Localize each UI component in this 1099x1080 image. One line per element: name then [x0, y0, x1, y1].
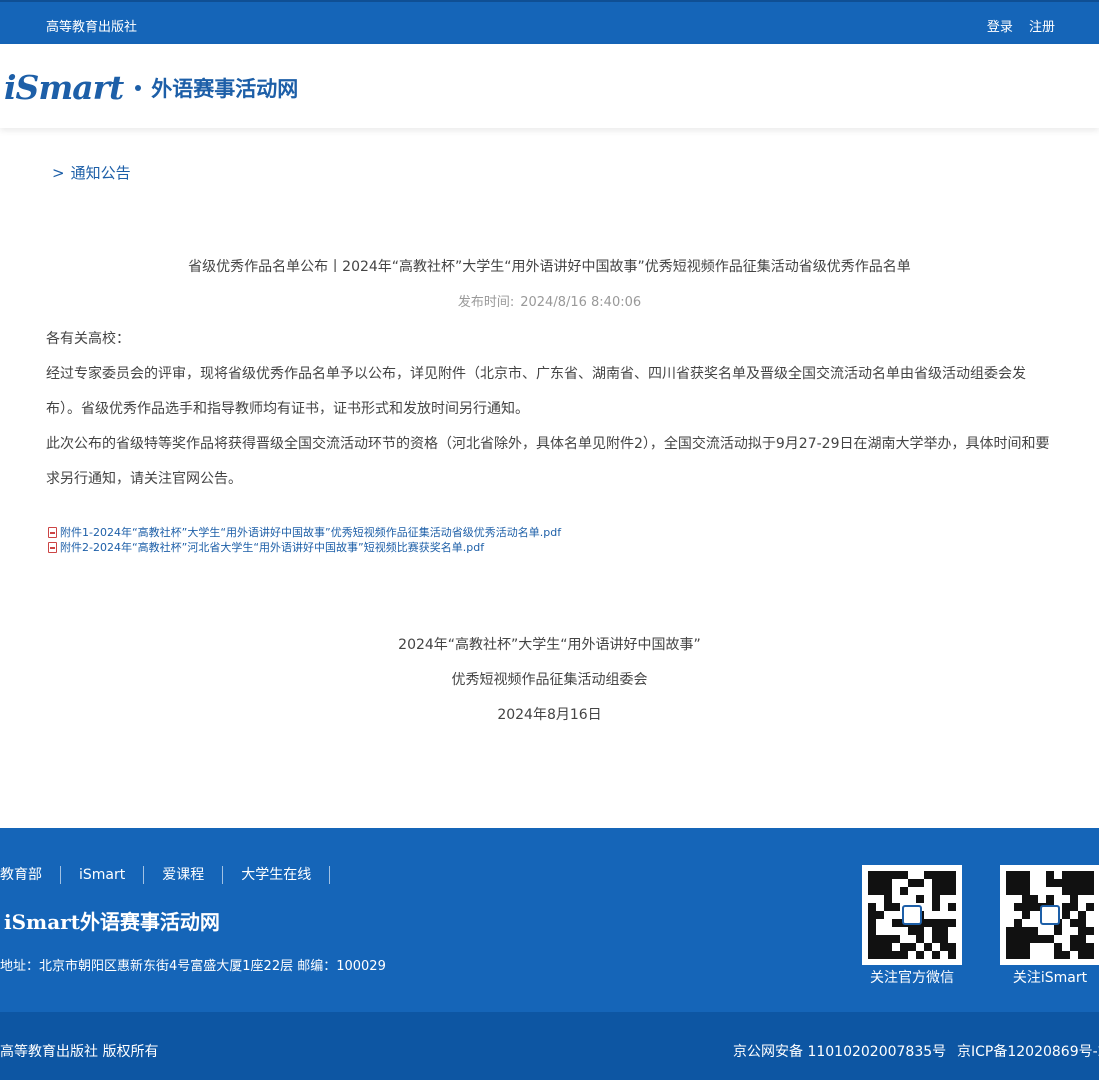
site-header: iSmart 外语赛事活动网 — [0, 44, 1099, 128]
copyright-text: 高等教育出版社 版权所有 — [0, 1044, 159, 1060]
article-title: 省级优秀作品名单公布丨2024年“高教社杯”大学生“用外语讲好中国故事”优秀短视… — [188, 259, 911, 275]
footer-site-name: iSmart外语赛事活动网 — [4, 910, 220, 934]
site-logo[interactable]: iSmart 外语赛事活动网 — [4, 68, 298, 107]
qr-code-icon — [862, 865, 962, 965]
breadcrumb: > 通知公告 — [52, 162, 131, 183]
logo-dot — [135, 84, 142, 91]
footer-link-univs[interactable]: 大学生在线 — [223, 866, 331, 884]
footer-link-icourse[interactable]: 爱课程 — [144, 866, 224, 884]
publisher-name: 高等教育出版社 — [46, 20, 138, 35]
breadcrumb-separator: > — [52, 164, 65, 182]
breadcrumb-notices-link[interactable]: 通知公告 — [71, 164, 131, 182]
signature-line-1: 2024年“高教社杯”大学生“用外语讲好中国故事” — [398, 637, 701, 653]
article-body: 各有关高校： 经过专家委员会的评审，现将省级优秀作品名单予以公布，详见附件（北京… — [46, 322, 1056, 497]
publish-time-label: 发布时间: — [457, 295, 515, 310]
logo-ismart-text: iSmart — [4, 68, 124, 107]
logo-site-name: 外语赛事活动网 — [151, 75, 299, 101]
login-link[interactable]: 登录 — [987, 20, 1013, 35]
police-beian-link[interactable]: 京公网安备 11010202007835号 — [733, 1041, 946, 1061]
publish-time: 发布时间: 2024/8/16 8:40:06 — [0, 291, 1099, 310]
article-paragraph: 经过专家委员会的评审，现将省级优秀作品名单予以公布，详见附件（北京市、广东省、湖… — [46, 366, 1026, 417]
attachment-list: 附件1-2024年“高教社杯”大学生“用外语讲好中国故事”优秀短视频作品征集活动… — [48, 525, 561, 555]
article-paragraph: 此次公布的省级特等奖作品将获得晋级全国交流活动环节的资格（河北省除外，具体名单见… — [46, 436, 1050, 487]
top-bar: 高等教育出版社 登录 注册 — [0, 0, 1099, 44]
pdf-icon — [48, 527, 57, 538]
footer-link-moe[interactable]: 教育部 — [0, 866, 61, 884]
qr-ismart-caption: 关注iSmart — [1012, 970, 1088, 986]
auth-links: 登录 注册 — [975, 16, 1055, 35]
article-greeting: 各有关高校： — [46, 331, 130, 347]
footer-link-ismart[interactable]: iSmart — [61, 866, 145, 884]
register-link[interactable]: 注册 — [1029, 20, 1055, 35]
attachment-link-2[interactable]: 附件2-2024年“高教社杯”河北省大学生“用外语讲好中国故事”短视频比赛获奖名… — [48, 540, 561, 555]
signature-date: 2024年8月16日 — [497, 707, 602, 723]
attachment-label: 附件2-2024年“高教社杯”河北省大学生“用外语讲好中国故事”短视频比赛获奖名… — [60, 541, 485, 554]
attachment-link-1[interactable]: 附件1-2024年“高教社杯”大学生“用外语讲好中国故事”优秀短视频作品征集活动… — [48, 525, 561, 540]
qr-wechat-caption: 关注官方微信 — [870, 970, 954, 986]
icp-link[interactable]: 京ICP备12020869号-22 — [957, 1041, 1099, 1061]
footer-links: 教育部 iSmart 爱课程 大学生在线 — [0, 866, 331, 884]
attachment-label: 附件1-2024年“高教社杯”大学生“用外语讲好中国故事”优秀短视频作品征集活动… — [60, 526, 562, 539]
pdf-icon — [48, 542, 57, 553]
bottom-bar: 高等教育出版社 版权所有 京公网安备 11010202007835号 京ICP备… — [0, 1012, 1099, 1080]
footer-address: 地址：北京市朝阳区惠新东街4号富盛大厦1座22层 邮编：100029 — [0, 959, 386, 974]
site-footer: 教育部 iSmart 爱课程 大学生在线 iSmart外语赛事活动网 地址：北京… — [0, 828, 1099, 1012]
signature-line-2: 优秀短视频作品征集活动组委会 — [451, 672, 648, 688]
publish-time-value: 2024/8/16 8:40:06 — [520, 295, 642, 310]
qr-wechat: 关注官方微信 — [862, 865, 962, 987]
qr-code-icon — [1000, 865, 1099, 965]
qr-ismart: 关注iSmart — [1000, 865, 1099, 987]
